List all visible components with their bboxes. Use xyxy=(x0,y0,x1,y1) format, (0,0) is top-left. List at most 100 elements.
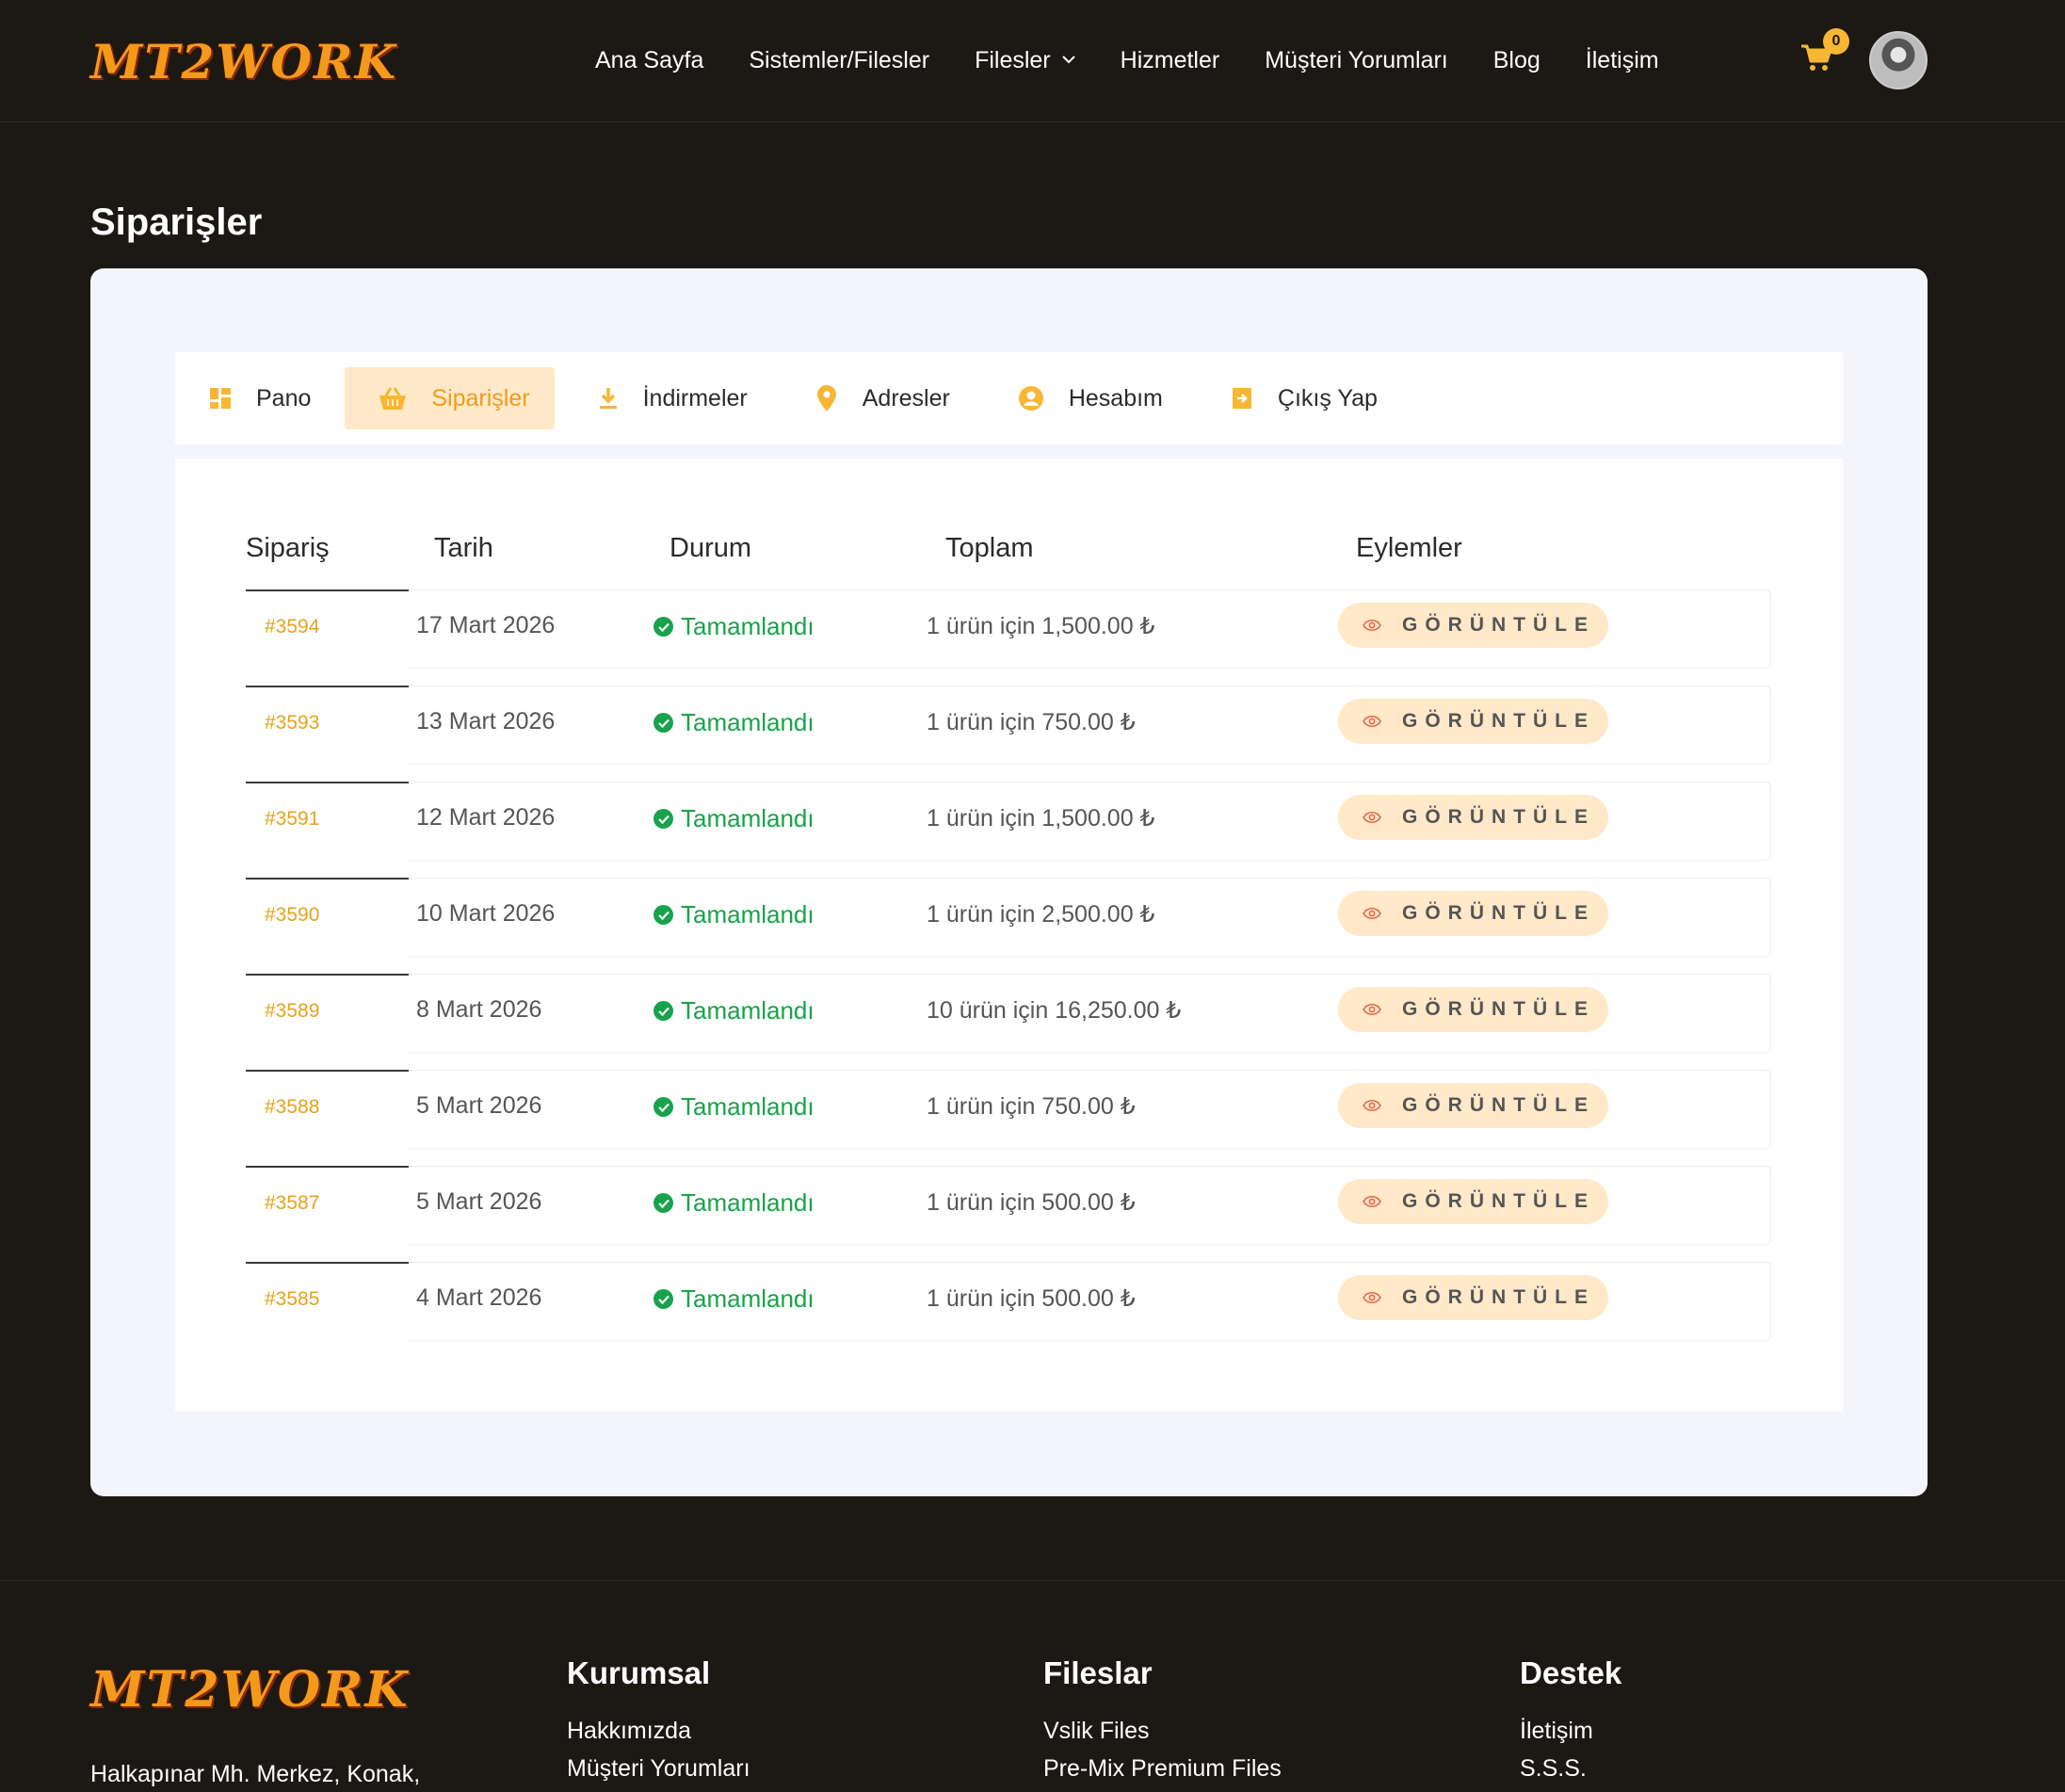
order-status: Tamamlandı xyxy=(653,804,815,833)
tab-adresler[interactable]: Adresler xyxy=(782,367,975,429)
order-date: 17 Mart 2026 xyxy=(416,612,556,638)
order-status: Tamamlandı xyxy=(653,900,815,929)
footer-logo[interactable]: MT2WORK xyxy=(90,1657,408,1723)
view-order-label: GÖRÜNTÜLE xyxy=(1402,1286,1595,1308)
tab-cikis-yap[interactable]: Çıkış Yap xyxy=(1197,367,1402,429)
order-id-link[interactable]: #3593 xyxy=(265,712,319,735)
account-tabs: Pano Siparişler İndirmeler Adresler Hesa… xyxy=(175,352,1843,444)
view-order-button[interactable]: GÖRÜNTÜLE xyxy=(1338,987,1608,1032)
view-order-label: GÖRÜNTÜLE xyxy=(1402,1094,1595,1116)
check-circle-icon xyxy=(653,1097,673,1117)
user-icon xyxy=(1018,386,1043,411)
main-nav: Ana Sayfa Sistemler/Filesler Filesler Hi… xyxy=(595,36,1704,85)
tab-cikis-yap-label: Çıkış Yap xyxy=(1277,384,1378,412)
row-divider xyxy=(246,589,409,591)
order-id-link[interactable]: #3588 xyxy=(265,1096,319,1119)
row-divider xyxy=(246,686,409,687)
footer-column-kurumsal: Kurumsal Hakkımızda Müşteri Yorumları xyxy=(567,1655,750,1787)
download-icon xyxy=(599,388,617,409)
view-order-button[interactable]: GÖRÜNTÜLE xyxy=(1338,1179,1608,1224)
order-date: 5 Mart 2026 xyxy=(416,1188,542,1215)
order-status: Tamamlandı xyxy=(653,708,815,737)
nav-item-musteri-yorumlari[interactable]: Müşteri Yorumları xyxy=(1265,47,1448,74)
nav-item-iletisim[interactable]: İletişim xyxy=(1586,47,1659,74)
order-status-label: Tamamlandı xyxy=(681,996,815,1025)
view-order-button[interactable]: GÖRÜNTÜLE xyxy=(1338,891,1608,936)
nav-item-filesler[interactable]: Filesler xyxy=(975,47,1075,74)
footer-link[interactable]: Vslik Files xyxy=(1043,1712,1282,1750)
order-status-label: Tamamlandı xyxy=(681,612,815,640)
eye-icon xyxy=(1363,811,1381,824)
eye-icon xyxy=(1363,715,1381,728)
chevron-down-icon xyxy=(1061,49,1075,69)
view-order-label: GÖRÜNTÜLE xyxy=(1402,1190,1595,1212)
order-status: Tamamlandı xyxy=(653,1092,815,1122)
order-id-link[interactable]: #3589 xyxy=(265,1000,319,1023)
check-circle-icon xyxy=(653,1001,673,1021)
footer-column-fileslar: Fileslar Vslik Files Pre-Mix Premium Fil… xyxy=(1043,1655,1282,1787)
eye-icon xyxy=(1363,907,1381,920)
nav-item-blog[interactable]: Blog xyxy=(1493,47,1541,74)
order-id-link[interactable]: #3585 xyxy=(265,1288,319,1311)
check-circle-icon xyxy=(653,713,673,733)
footer-heading: Destek xyxy=(1520,1655,1622,1690)
order-status: Tamamlandı xyxy=(653,1188,815,1218)
tab-indirmeler[interactable]: İndirmeler xyxy=(564,367,772,429)
cart-count-badge: 0 xyxy=(1823,28,1849,55)
tab-pano-label: Pano xyxy=(256,384,312,412)
tab-hesabim[interactable]: Hesabım xyxy=(984,367,1187,429)
view-order-label: GÖRÜNTÜLE xyxy=(1402,806,1595,828)
order-status-label: Tamamlandı xyxy=(681,804,815,832)
column-header-durum: Durum xyxy=(670,533,752,563)
order-id-link[interactable]: #3594 xyxy=(265,616,319,638)
user-avatar[interactable] xyxy=(1869,31,1928,89)
order-date: 8 Mart 2026 xyxy=(416,996,542,1023)
check-circle-icon xyxy=(653,809,673,829)
row-divider xyxy=(246,1070,409,1072)
nav-item-filesler-label: Filesler xyxy=(975,46,1051,73)
nav-item-ana-sayfa[interactable]: Ana Sayfa xyxy=(595,47,703,74)
footer-column-destek: Destek İletişim S.S.S. xyxy=(1520,1655,1621,1787)
column-header-tarih: Tarih xyxy=(434,533,493,563)
order-total: 1 ürün için 1,500.00 ₺ xyxy=(927,805,1155,831)
basket-icon xyxy=(379,387,407,410)
footer-link[interactable]: Pre-Mix Premium Files xyxy=(1043,1750,1282,1787)
footer-heading: Kurumsal xyxy=(567,1655,711,1690)
order-id-link[interactable]: #3591 xyxy=(265,808,319,831)
location-pin-icon xyxy=(816,385,836,412)
footer-link[interactable]: İletişim xyxy=(1520,1712,1621,1750)
view-order-label: GÖRÜNTÜLE xyxy=(1402,710,1595,732)
order-date: 5 Mart 2026 xyxy=(416,1092,542,1119)
nav-item-hizmetler[interactable]: Hizmetler xyxy=(1121,47,1220,74)
view-order-label: GÖRÜNTÜLE xyxy=(1402,614,1595,636)
view-order-button[interactable]: GÖRÜNTÜLE xyxy=(1338,1275,1608,1320)
nav-item-sistemler-filesler[interactable]: Sistemler/Filesler xyxy=(749,47,929,74)
view-order-button[interactable]: GÖRÜNTÜLE xyxy=(1338,699,1608,744)
row-divider xyxy=(246,1262,409,1264)
dashboard-icon xyxy=(210,388,231,409)
order-total: 1 ürün için 750.00 ₺ xyxy=(927,1093,1136,1120)
footer-link[interactable]: Hakkımızda xyxy=(567,1712,750,1750)
order-id-link[interactable]: #3590 xyxy=(265,904,319,927)
footer-link[interactable]: Müşteri Yorumları xyxy=(567,1750,750,1787)
site-logo[interactable]: MT2WORK xyxy=(90,26,395,98)
view-order-button[interactable]: GÖRÜNTÜLE xyxy=(1338,603,1608,648)
tab-pano[interactable]: Pano xyxy=(175,367,335,429)
footer-link[interactable]: S.S.S. xyxy=(1520,1750,1621,1787)
order-date: 12 Mart 2026 xyxy=(416,804,556,831)
tab-siparisler[interactable]: Siparişler xyxy=(345,367,555,429)
row-divider xyxy=(246,878,409,880)
column-header-toplam: Toplam xyxy=(945,533,1034,563)
order-date: 10 Mart 2026 xyxy=(416,900,556,927)
order-status: Tamamlandı xyxy=(653,1284,815,1314)
order-status-label: Tamamlandı xyxy=(681,900,815,928)
order-date: 4 Mart 2026 xyxy=(416,1284,542,1311)
order-id-link[interactable]: #3587 xyxy=(265,1192,319,1215)
check-circle-icon xyxy=(653,617,673,637)
view-order-button[interactable]: GÖRÜNTÜLE xyxy=(1338,1083,1608,1128)
eye-icon xyxy=(1363,1291,1381,1304)
order-total: 1 ürün için 2,500.00 ₺ xyxy=(927,901,1155,928)
row-divider xyxy=(246,1166,409,1168)
row-divider xyxy=(246,974,409,976)
view-order-button[interactable]: GÖRÜNTÜLE xyxy=(1338,795,1608,840)
